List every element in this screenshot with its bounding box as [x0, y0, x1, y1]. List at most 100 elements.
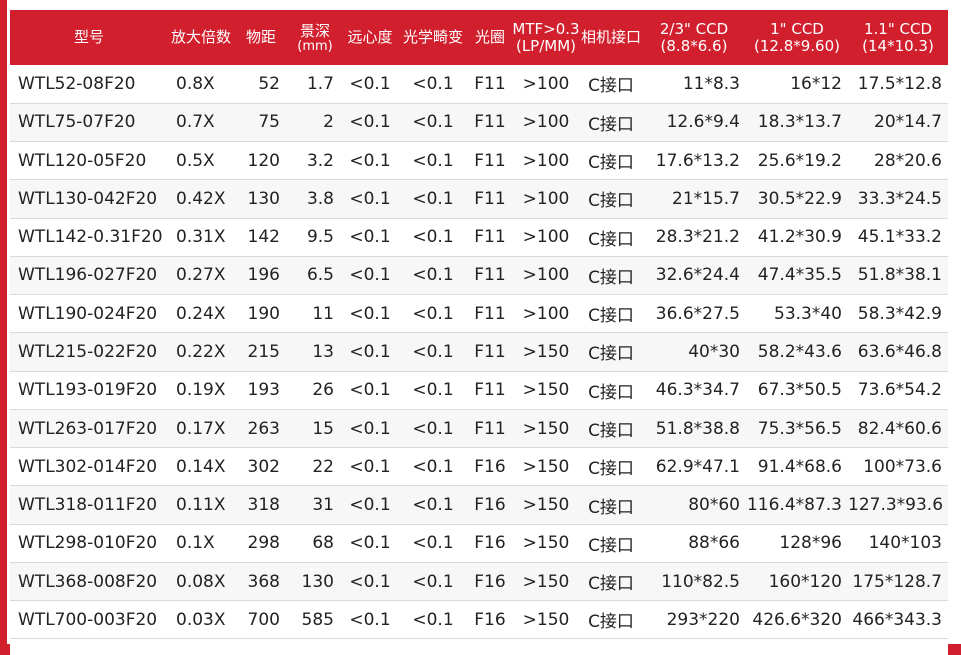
table-row: WTL190-024F20 0.24X 190 11 <0.1 <0.1 F11 >100 C接…: [10, 294, 948, 334]
cell-ccd-1: 91.4*68.6: [746, 447, 848, 487]
table-row: WTL263-017F20 0.17X 263 15 <0.1 <0.1 F11 >150 C接…: [10, 409, 948, 449]
header-model: 型号: [73, 28, 104, 46]
cell-aperture: F11: [468, 371, 512, 410]
cell-ccd-2-3: 21*15.7: [642, 179, 746, 219]
cell-aperture: F11: [468, 409, 512, 449]
cell-mount: C接口: [580, 600, 642, 640]
table-row: WTL215-022F20 0.22X 215 13 <0.1 <0.1 F11 >150 C接…: [10, 332, 948, 372]
cell-aperture: F11: [468, 65, 512, 104]
cell-mtf: >150: [512, 332, 580, 372]
cell-model: WTL52-08F20: [10, 65, 168, 104]
cell-telecentricity: <0.1: [342, 141, 398, 181]
cell-ccd-1-1: 58.3*42.9: [848, 294, 948, 334]
cell-working-distance: 52: [234, 65, 288, 104]
cell-model: WTL196-027F20: [10, 256, 168, 296]
header-distortion: 光学畸变: [402, 28, 463, 46]
cell-mount: C接口: [580, 65, 642, 104]
cell-working-distance: 368: [234, 562, 288, 602]
header-aperture: 光圈: [474, 28, 505, 46]
cell-depth-of-field: 130: [288, 562, 342, 602]
table-row: WTL700-003F20 0.03X 700 585 <0.1 <0.1 F16 >150 C…: [10, 600, 948, 640]
cell-working-distance: 142: [234, 218, 288, 257]
cell-ccd-2-3: 12.6*9.4: [642, 103, 746, 143]
cell-ccd-1-1: 140*103: [848, 524, 948, 563]
cell-depth-of-field: 68: [288, 524, 342, 563]
cell-ccd-1-1: 73.6*54.2: [848, 371, 948, 410]
cell-mount: C接口: [580, 218, 642, 257]
cell-magnification: 0.1X: [168, 524, 234, 563]
cell-telecentricity: <0.1: [342, 65, 398, 104]
cell-working-distance: 120: [234, 141, 288, 181]
cell-aperture: F11: [468, 294, 512, 334]
cell-mtf: >100: [512, 218, 580, 257]
cell-magnification: 0.42X: [168, 179, 234, 219]
cell-depth-of-field: 9.5: [288, 218, 342, 257]
header-ccd-1-1: 1.1" CCD (14*10.3): [862, 19, 934, 55]
cell-magnification: 0.19X: [168, 371, 234, 410]
cell-ccd-2-3: 51.8*38.8: [642, 409, 746, 449]
cell-ccd-1: 58.2*43.6: [746, 332, 848, 372]
cell-aperture: F11: [468, 103, 512, 143]
cell-mtf: >150: [512, 562, 580, 602]
cell-distortion: <0.1: [398, 332, 468, 372]
cell-ccd-1-1: 82.4*60.6: [848, 409, 948, 449]
table-row: WTL130-042F20 0.42X 130 3.8 <0.1 <0.1 F11 >100 C…: [10, 179, 948, 219]
cell-model: WTL368-008F20: [10, 562, 168, 602]
cell-ccd-1: 75.3*56.5: [746, 409, 848, 449]
cell-ccd-1-1: 100*73.6: [848, 447, 948, 487]
cell-mount: C接口: [580, 485, 642, 525]
cell-model: WTL302-014F20: [10, 447, 168, 487]
cell-ccd-1: 426.6*320: [746, 600, 848, 640]
cell-magnification: 0.03X: [168, 600, 234, 640]
cell-mtf: >150: [512, 485, 580, 525]
cell-ccd-2-3: 46.3*34.7: [642, 371, 746, 410]
cell-telecentricity: <0.1: [342, 485, 398, 525]
cell-ccd-1: 53.3*40: [746, 294, 848, 334]
cell-working-distance: 196: [234, 256, 288, 296]
lens-spec-table: 型号 放大倍数 物距 景深 (mm) 远心度 光学畸变 光圈 MTF>0.3 (…: [10, 10, 948, 640]
cell-telecentricity: <0.1: [342, 600, 398, 640]
cell-ccd-1: 160*120: [746, 562, 848, 602]
bottom-bar-inset: [10, 644, 948, 655]
cell-model: WTL193-019F20: [10, 371, 168, 410]
cell-model: WTL190-024F20: [10, 294, 168, 334]
cell-mount: C接口: [580, 103, 642, 143]
cell-working-distance: 130: [234, 179, 288, 219]
cell-magnification: 0.31X: [168, 218, 234, 257]
cell-mtf: >100: [512, 141, 580, 181]
cell-ccd-1-1: 33.3*24.5: [848, 179, 948, 219]
cell-mtf: >100: [512, 65, 580, 104]
cell-ccd-2-3: 110*82.5: [642, 562, 746, 602]
cell-depth-of-field: 15: [288, 409, 342, 449]
cell-magnification: 0.7X: [168, 103, 234, 143]
cell-model: WTL130-042F20: [10, 179, 168, 219]
cell-ccd-2-3: 28.3*21.2: [642, 218, 746, 257]
cell-ccd-2-3: 17.6*13.2: [642, 141, 746, 181]
cell-depth-of-field: 31: [288, 485, 342, 525]
cell-distortion: <0.1: [398, 65, 468, 104]
header-mount: 相机接口: [580, 28, 641, 46]
cell-depth-of-field: 585: [288, 600, 342, 640]
cell-ccd-1-1: 28*20.6: [848, 141, 948, 181]
cell-mtf: >150: [512, 600, 580, 640]
cell-magnification: 0.8X: [168, 65, 234, 104]
cell-magnification: 0.22X: [168, 332, 234, 372]
cell-depth-of-field: 26: [288, 371, 342, 410]
cell-ccd-1: 47.4*35.5: [746, 256, 848, 296]
cell-ccd-1: 25.6*19.2: [746, 141, 848, 181]
cell-mount: C接口: [580, 179, 642, 219]
cell-depth-of-field: 3.8: [288, 179, 342, 219]
cell-telecentricity: <0.1: [342, 409, 398, 449]
cell-mtf: >100: [512, 256, 580, 296]
cell-telecentricity: <0.1: [342, 179, 398, 219]
cell-distortion: <0.1: [398, 141, 468, 181]
cell-telecentricity: <0.1: [342, 371, 398, 410]
cell-ccd-1: 67.3*50.5: [746, 371, 848, 410]
cell-magnification: 0.24X: [168, 294, 234, 334]
header-working-distance: 物距: [245, 28, 276, 46]
cell-ccd-1: 16*12: [746, 65, 848, 104]
cell-mount: C接口: [580, 524, 642, 563]
cell-distortion: <0.1: [398, 447, 468, 487]
cell-ccd-1: 41.2*30.9: [746, 218, 848, 257]
cell-aperture: F16: [468, 562, 512, 602]
